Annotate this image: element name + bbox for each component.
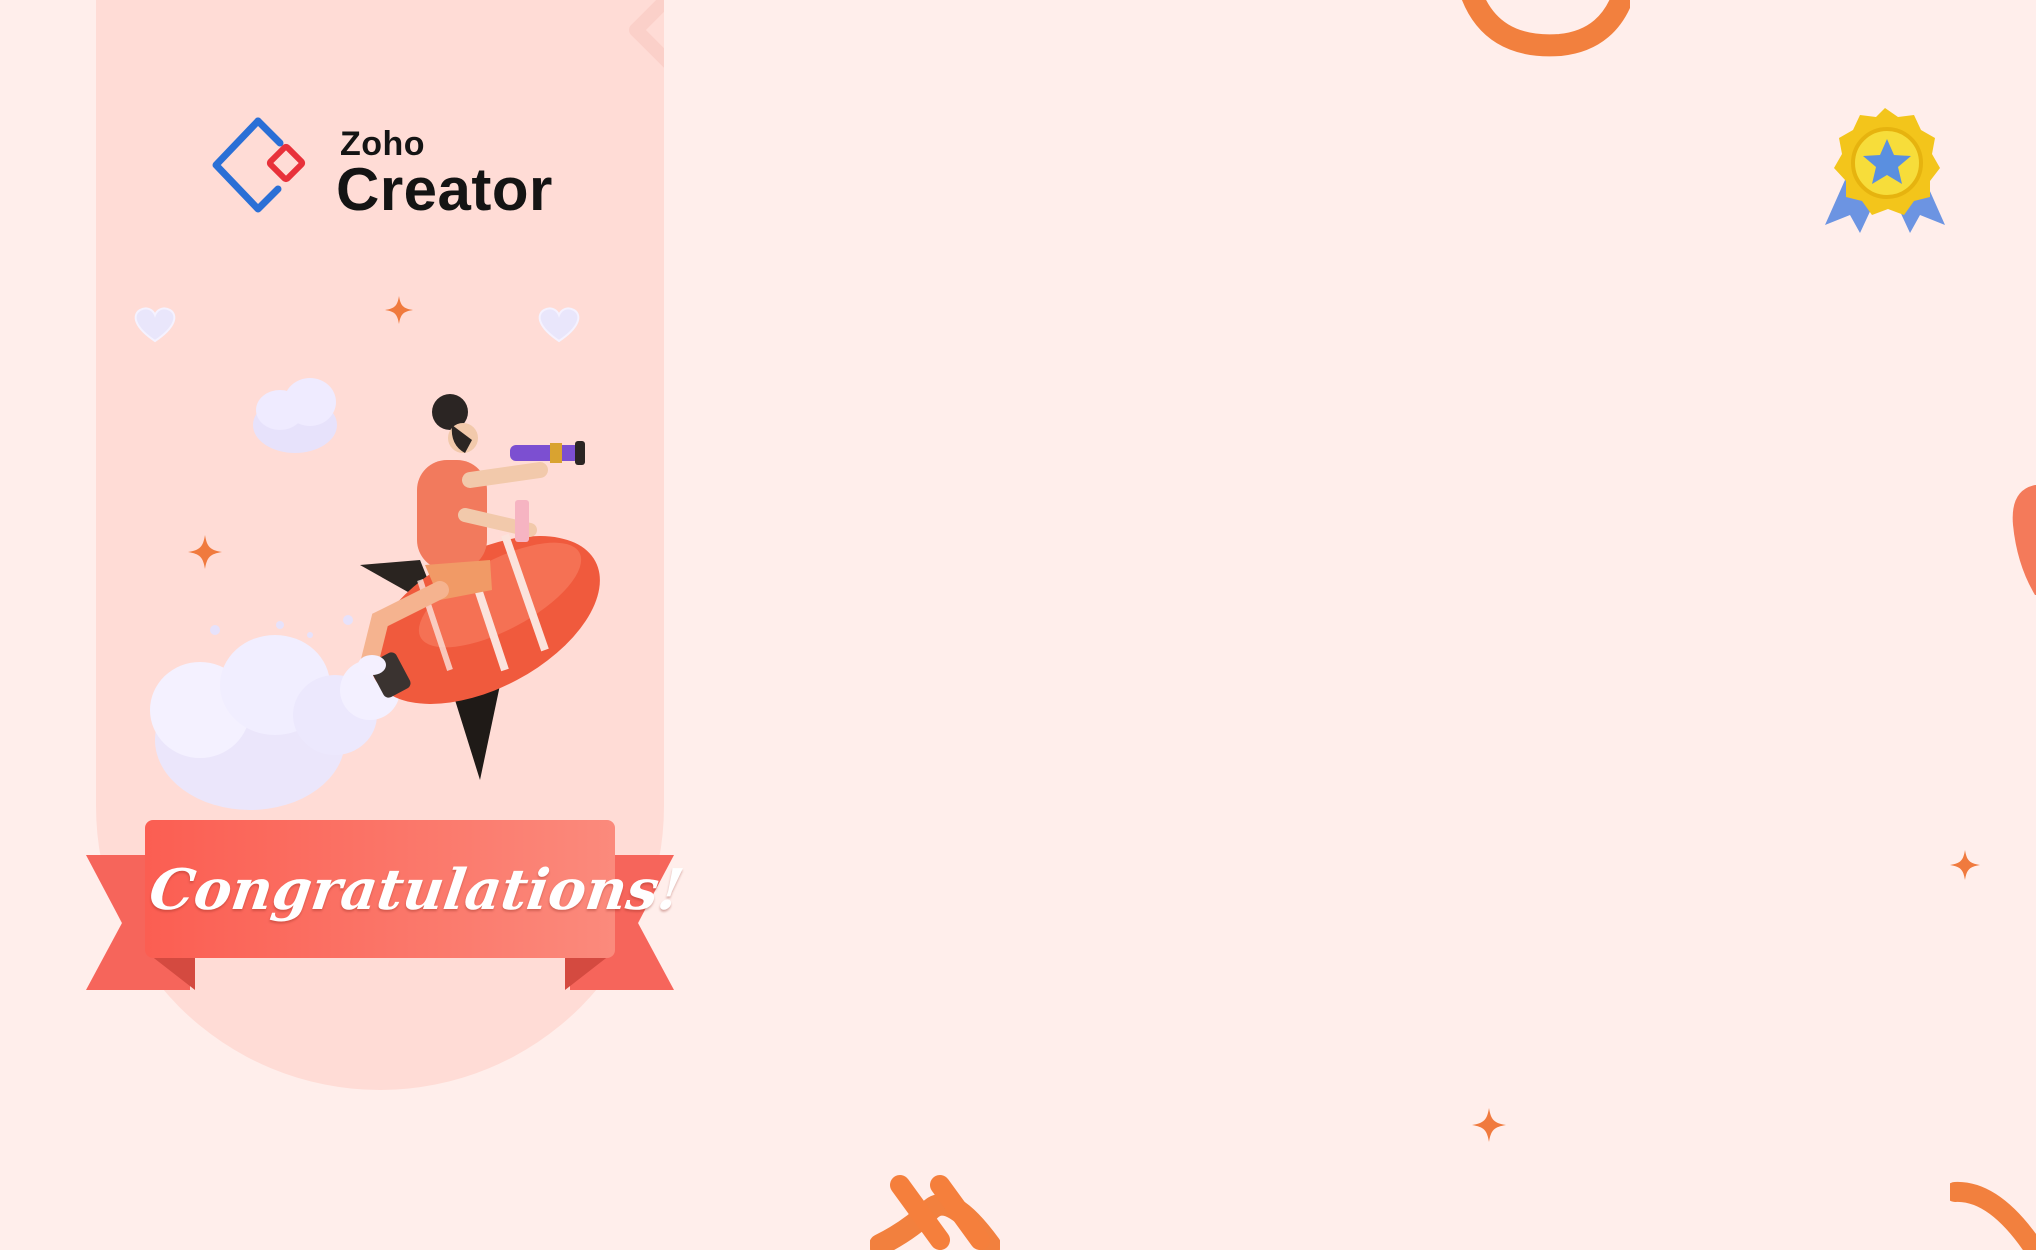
zoho-creator-logo-icon <box>212 117 306 213</box>
torus-ring-icon <box>1462 0 1630 57</box>
cloud-icon <box>150 615 400 810</box>
cloud-icon <box>253 378 337 453</box>
zoho-creator-logo: Zoho Creator <box>208 115 568 225</box>
logo-watermark-icon <box>629 0 664 68</box>
rocket-rider-illustration <box>150 378 600 810</box>
medal-badge-icon <box>1825 108 1945 233</box>
sparkle-star-icon <box>1950 850 1980 880</box>
sparkle-star-icon <box>1472 1108 1506 1142</box>
cross-shape-icon <box>870 1175 1000 1250</box>
tube-shape-icon <box>2012 485 2036 595</box>
congratulations-banner-text: Congratulations! <box>145 857 688 923</box>
logo-product-text: Creator <box>336 156 553 223</box>
tube-shape-icon <box>1950 1181 2036 1250</box>
